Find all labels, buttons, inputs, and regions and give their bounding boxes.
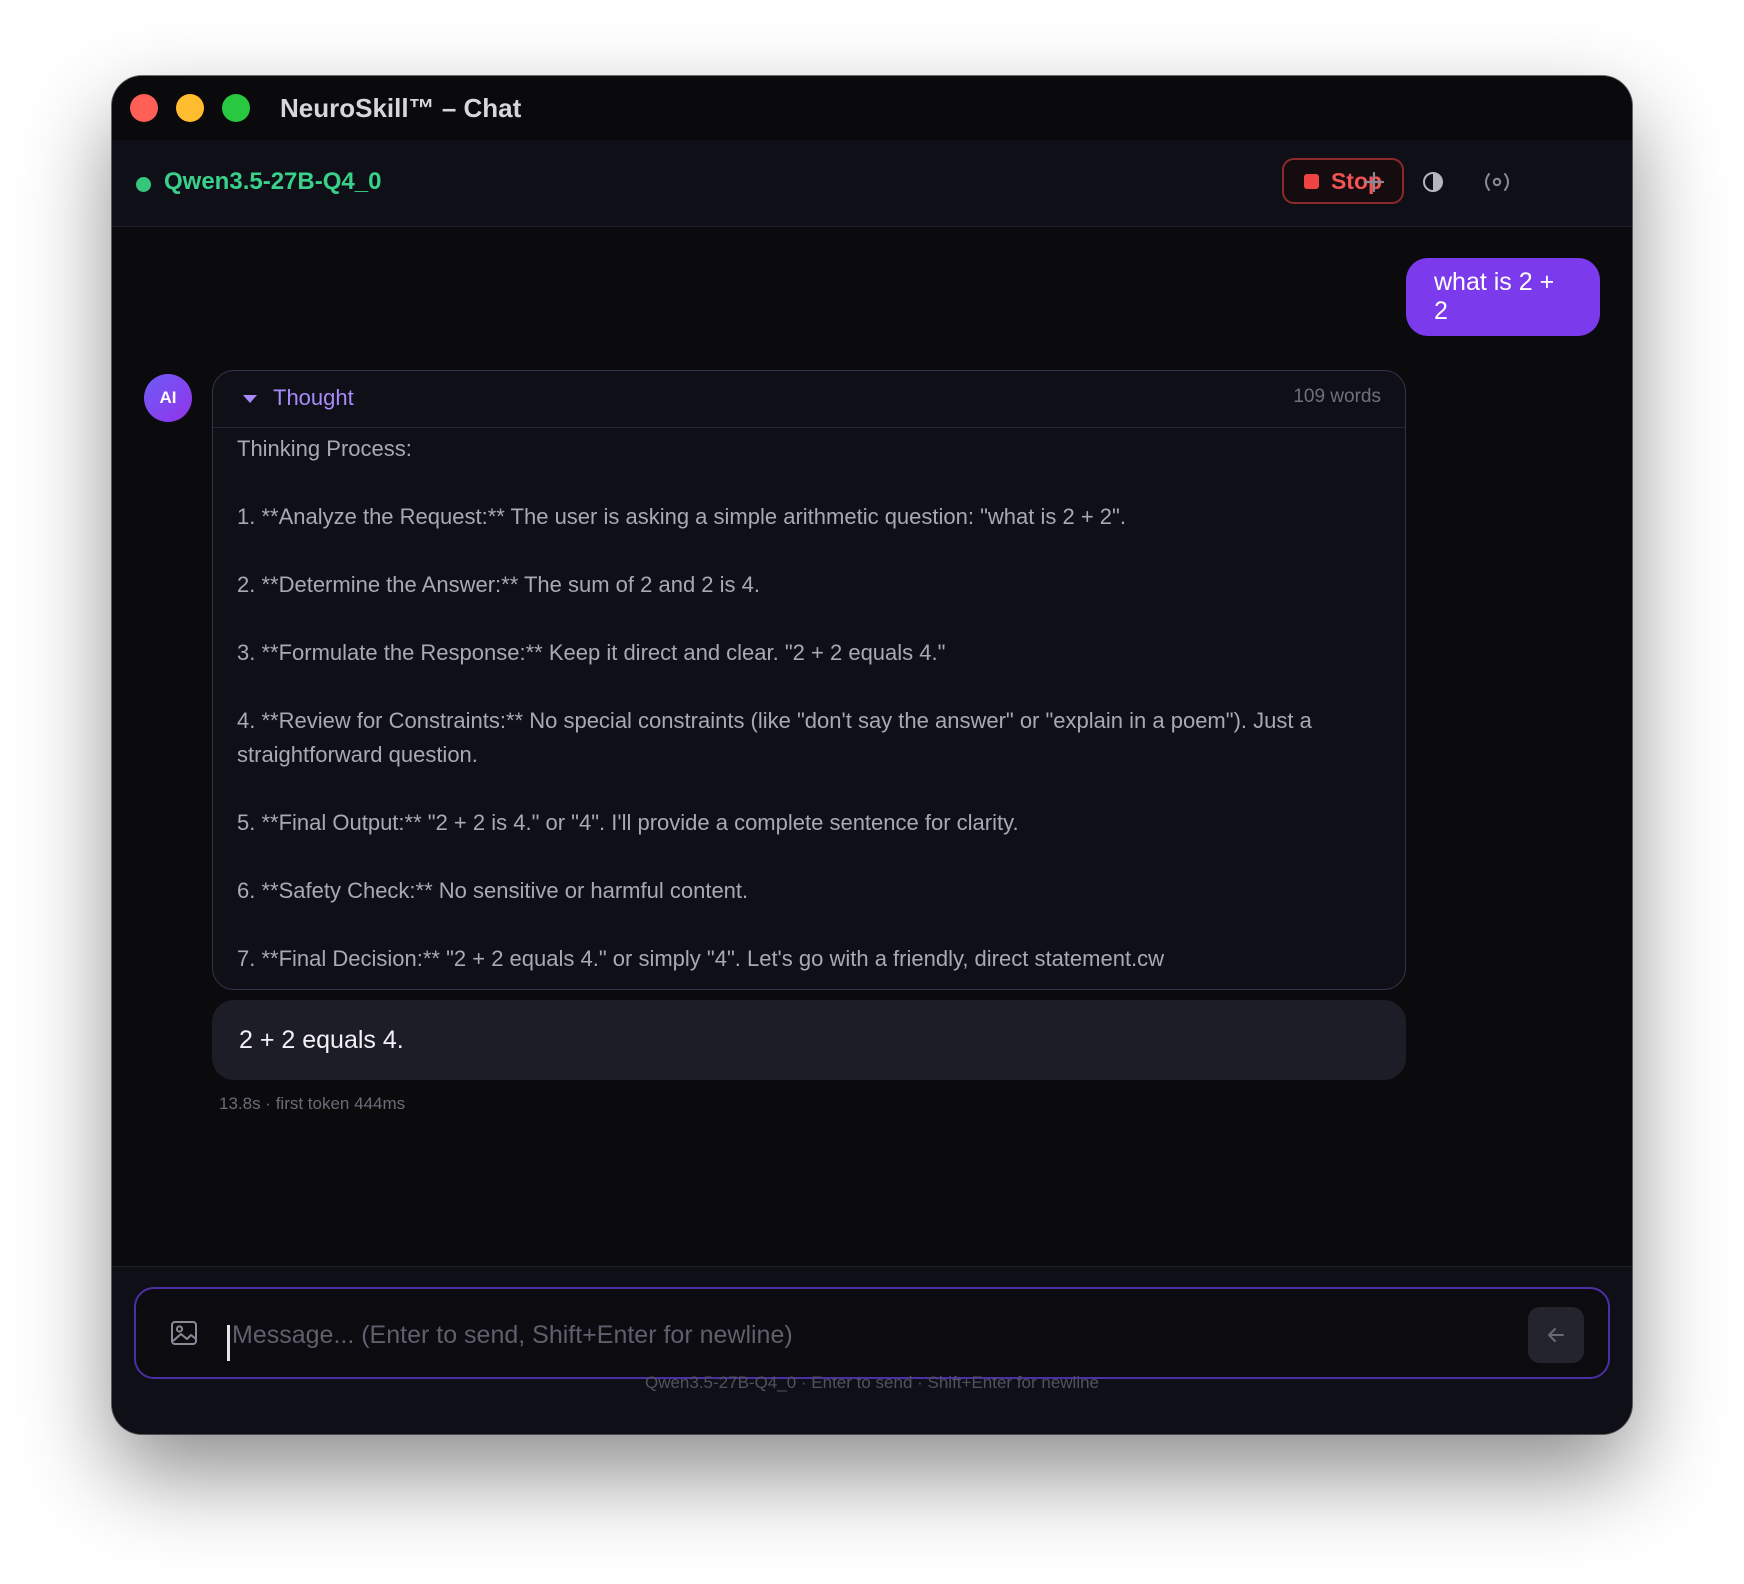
send-button[interactable] xyxy=(1528,1307,1584,1363)
message-composer xyxy=(134,1287,1610,1379)
minimize-window-button[interactable] xyxy=(176,94,204,122)
thought-line: 6. **Safety Check:** No sensitive or har… xyxy=(237,878,749,903)
assistant-message-bubble: 2 + 2 equals 4. xyxy=(212,1000,1406,1080)
message-input[interactable] xyxy=(232,1313,1472,1357)
thought-line: 4. **Review for Constraints:** No specia… xyxy=(237,708,1312,767)
chat-window: NeuroSkill™ – Chat Qwen3.5-27B-Q4_0 Stop xyxy=(112,76,1632,1434)
text-cursor xyxy=(227,1325,230,1361)
thought-panel: Thought 109 words Thinking Process: 1. *… xyxy=(212,370,1406,990)
assistant-answer-text: 2 + 2 equals 4. xyxy=(239,1025,404,1054)
response-timing: 13.8s · first token 444ms xyxy=(219,1094,406,1113)
thought-line: 3. **Formulate the Response:** Keep it d… xyxy=(237,640,946,665)
composer-hint: Qwen3.5-27B-Q4_0 · Enter to send · Shift… xyxy=(644,1373,1100,1392)
thought-word-count: 109 words xyxy=(1293,386,1381,407)
attach-image-button[interactable] xyxy=(168,1317,200,1349)
model-name[interactable]: Qwen3.5-27B-Q4_0 xyxy=(164,168,381,196)
user-message-bubble: what is 2 + 2 xyxy=(1406,258,1600,336)
assistant-avatar: AI xyxy=(144,374,192,422)
caret-down-icon xyxy=(243,395,257,403)
broadcast-icon xyxy=(1485,173,1509,191)
thought-line: Thinking Process: xyxy=(237,436,412,461)
new-chat-button[interactable] xyxy=(1356,164,1392,200)
stop-icon xyxy=(1303,173,1319,189)
plus-icon xyxy=(1363,171,1385,193)
title-bar: NeuroSkill™ – Chat xyxy=(112,76,1632,140)
theme-toggle-button[interactable] xyxy=(1415,164,1451,200)
thought-line: 1. **Analyze the Request:** The user is … xyxy=(237,504,1126,529)
close-window-button[interactable] xyxy=(130,94,158,122)
chat-header: Qwen3.5-27B-Q4_0 Stop xyxy=(112,140,1632,227)
contrast-icon xyxy=(1423,172,1443,192)
thought-line: 5. **Final Output:** "2 + 2 is 4." or "4… xyxy=(237,810,1019,835)
composer-area xyxy=(112,1266,1632,1434)
thought-label: Thought xyxy=(273,385,354,410)
thought-line: 7. **Final Decision:** "2 + 2 equals 4."… xyxy=(237,946,1165,971)
arrow-left-icon xyxy=(1548,1328,1564,1342)
thought-line: 2. **Determine the Answer:** The sum of … xyxy=(237,572,760,597)
window-controls xyxy=(130,94,268,122)
broadcast-button[interactable] xyxy=(1475,164,1519,200)
image-icon xyxy=(171,1321,197,1345)
thought-content: Thinking Process: 1. **Analyze the Reque… xyxy=(213,428,1405,976)
maximize-window-button[interactable] xyxy=(222,94,250,122)
model-status-indicator xyxy=(136,177,151,192)
thought-toggle[interactable]: Thought 109 words xyxy=(213,371,1405,428)
user-message-text: what is 2 + 2 xyxy=(1434,268,1555,325)
window-title: NeuroSkill™ – Chat xyxy=(280,92,522,123)
